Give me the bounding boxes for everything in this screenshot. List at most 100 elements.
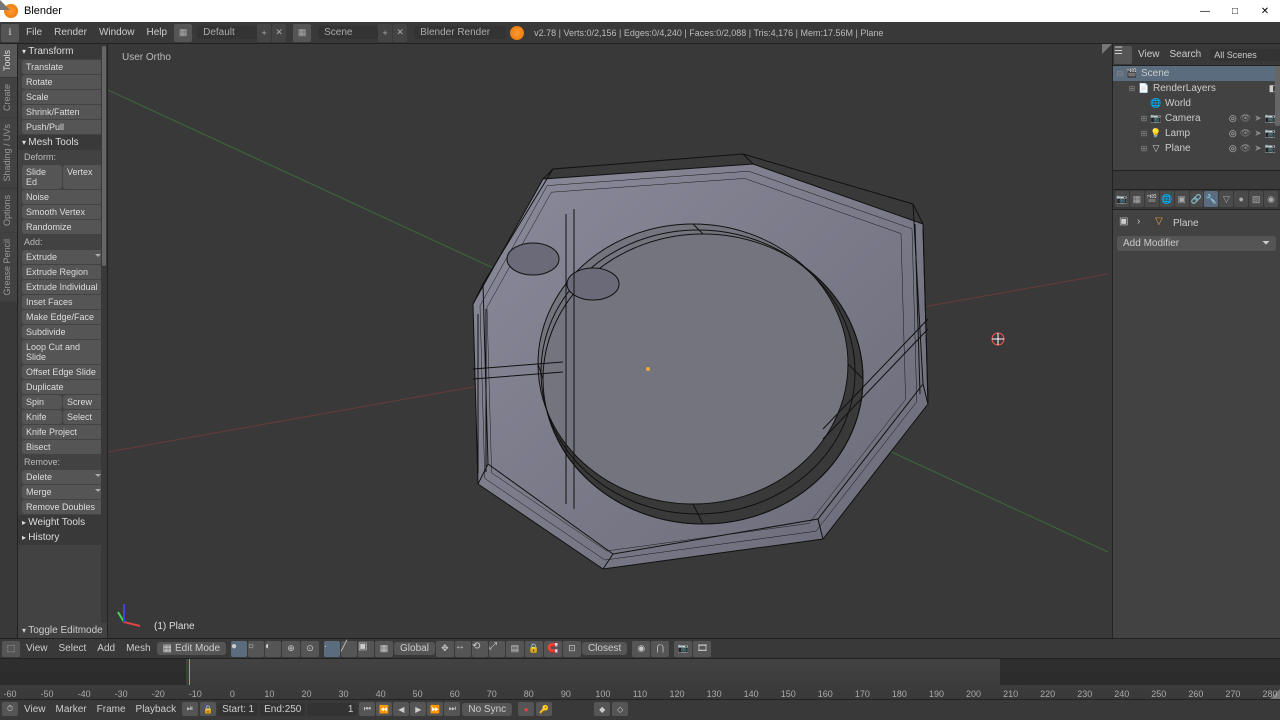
opengl-render-animation[interactable]: 🎞 [693,641,711,657]
timeline-editor-icon[interactable]: ⏱ [2,702,18,716]
mode-dropdown[interactable]: ▦ Edit Mode [157,642,226,655]
scene-add-button[interactable]: + [378,24,392,42]
delete-keyframe-button[interactable]: ◇ [612,702,628,716]
layers-toggle[interactable]: ▤ [506,641,524,657]
extrude-individual-button[interactable]: Extrude Individual [22,280,103,294]
keying-set-dropdown[interactable]: 🔑 [536,702,552,716]
scene-delete-button[interactable]: ✕ [393,24,407,42]
layout-add-button[interactable]: + [257,24,271,42]
jump-start-button[interactable]: ⏮ [359,702,375,716]
insert-keyframe-button[interactable]: ◆ [594,702,610,716]
layout-delete-button[interactable]: ✕ [272,24,286,42]
subdivide-button[interactable]: Subdivide [22,325,103,339]
tool-shelf-scrollbar[interactable] [101,44,107,638]
tab-object-icon[interactable]: ▣ [1175,191,1189,207]
restrict-view-icon[interactable]: 👁 [1240,113,1251,124]
select-menu[interactable]: Select [54,643,92,654]
history-header[interactable]: History [18,530,107,545]
edge-select-mode[interactable]: ╱ [341,641,357,657]
face-select-mode[interactable]: ▣ [358,641,374,657]
manipulator-rotate[interactable]: ⟲ [472,641,488,657]
push-pull-button[interactable]: Push/Pull [22,120,103,134]
expand-icon[interactable]: ⊟ [1115,69,1125,78]
sync-mode-dropdown[interactable]: No Sync [462,703,512,716]
randomize-button[interactable]: Randomize [22,220,103,234]
noise-button[interactable]: Noise [22,190,103,204]
bisect-button[interactable]: Bisect [22,440,103,454]
manipulator-toggle[interactable]: ✥ [436,641,454,657]
tab-scene-icon[interactable]: 🎬 [1145,191,1159,207]
make-edge-face-button[interactable]: Make Edge/Face [22,310,103,324]
tab-constraints-icon[interactable]: 🔗 [1190,191,1204,207]
play-reverse-button[interactable]: ◀ [393,702,409,716]
close-button[interactable]: ✕ [1250,0,1280,22]
jump-end-button[interactable]: ⏭ [444,702,460,716]
translate-button[interactable]: Translate [22,60,103,74]
expand-icon[interactable]: ⊞ [1127,84,1137,93]
knife-project-button[interactable]: Knife Project [22,425,103,439]
outliner-display-mode[interactable]: All Scenes [1210,49,1280,61]
limit-selection-toggle[interactable]: ▦ [375,641,393,657]
loop-cut-button[interactable]: Loop Cut and Slide [22,340,103,364]
outliner-editor-icon[interactable]: ☰ [1114,46,1132,64]
lock-camera-toggle[interactable]: 🔒 [525,641,543,657]
restrict-select-icon[interactable]: ➤ [1254,113,1262,124]
restrict-view-icon[interactable]: 👁 [1240,143,1251,154]
smooth-vertex-button[interactable]: Smooth Vertex [22,205,103,219]
timeline-cursor[interactable] [189,659,190,685]
restrict-select-icon[interactable]: ➤ [1254,128,1262,139]
tab-world-icon[interactable]: 🌐 [1160,191,1174,207]
tab-tools[interactable]: Tools [0,44,17,77]
orientation-dropdown[interactable]: Global [394,642,435,655]
spin-button[interactable]: Spin [22,395,62,409]
manipulator-scale[interactable]: ⤢ [489,641,505,657]
scene-browse-icon[interactable]: ▦ [293,24,311,42]
rotate-button[interactable]: Rotate [22,75,103,89]
tab-modifiers-icon[interactable]: 🔧 [1204,191,1218,207]
mesh-tools-header[interactable]: Mesh Tools [18,135,107,150]
view3d-editor-icon[interactable]: ⬚ [2,641,20,657]
weight-tools-header[interactable]: Weight Tools [18,515,107,530]
inset-faces-button[interactable]: Inset Faces [22,295,103,309]
timeline-view-menu[interactable]: View [20,704,50,715]
extrude-button[interactable]: Extrude [22,250,103,264]
use-preview-range-toggle[interactable]: ⏯ [182,702,198,716]
mesh-object[interactable] [108,44,1108,638]
merge-button[interactable]: Merge [22,485,103,499]
viewport-shading-solid[interactable]: ● [231,641,247,657]
timeline-playback-menu[interactable]: Playback [132,704,181,715]
restrict-view-icon[interactable]: 👁 [1240,128,1251,139]
scale-button[interactable]: Scale [22,90,103,104]
knife-button[interactable]: Knife [22,410,62,424]
play-button[interactable]: ▶ [410,702,426,716]
render-engine-dropdown[interactable]: Blender Render [414,26,506,39]
menu-window[interactable]: Window [93,27,141,38]
proportional-falloff-dropdown[interactable]: ⋂ [651,641,669,657]
current-frame-input[interactable]: 1 [307,703,357,716]
3d-viewport[interactable]: User Ortho [108,44,1112,638]
knife-select-button[interactable]: Select [63,410,103,424]
slide-edge-button[interactable]: Slide Ed [22,165,62,189]
timeline[interactable]: -60-50-40-30-20-100102030405060708090100… [0,659,1280,700]
tab-options[interactable]: Options [0,189,17,232]
remove-doubles-button[interactable]: Remove Doubles [22,500,103,514]
view-menu[interactable]: View [21,643,53,654]
viewport-shading-wire[interactable]: ○ [248,641,264,657]
tab-texture-icon[interactable]: ▨ [1249,191,1263,207]
slide-vertex-button[interactable]: Vertex [63,165,103,189]
pivot-align-toggle[interactable]: ⊙ [301,641,319,657]
tab-render-layers-icon[interactable]: ▦ [1130,191,1144,207]
area-split-handle[interactable] [1102,44,1112,54]
editor-type-icon[interactable]: ℹ [1,24,19,42]
layout-browse-icon[interactable]: ▦ [174,24,192,42]
delete-button[interactable]: Delete [22,470,103,484]
tab-grease-pencil[interactable]: Grease Pencil [0,233,17,302]
tab-data-icon[interactable]: ▽ [1219,191,1233,207]
outliner-row[interactable]: ⊞ 📄 RenderLayers ◧ [1113,81,1280,96]
duplicate-button[interactable]: Duplicate [22,380,103,394]
offset-edge-slide-button[interactable]: Offset Edge Slide [22,365,103,379]
snap-target-dropdown[interactable]: Closest [582,642,627,655]
maximize-button[interactable]: □ [1220,0,1250,22]
menu-file[interactable]: File [20,27,48,38]
extrude-region-button[interactable]: Extrude Region [22,265,103,279]
